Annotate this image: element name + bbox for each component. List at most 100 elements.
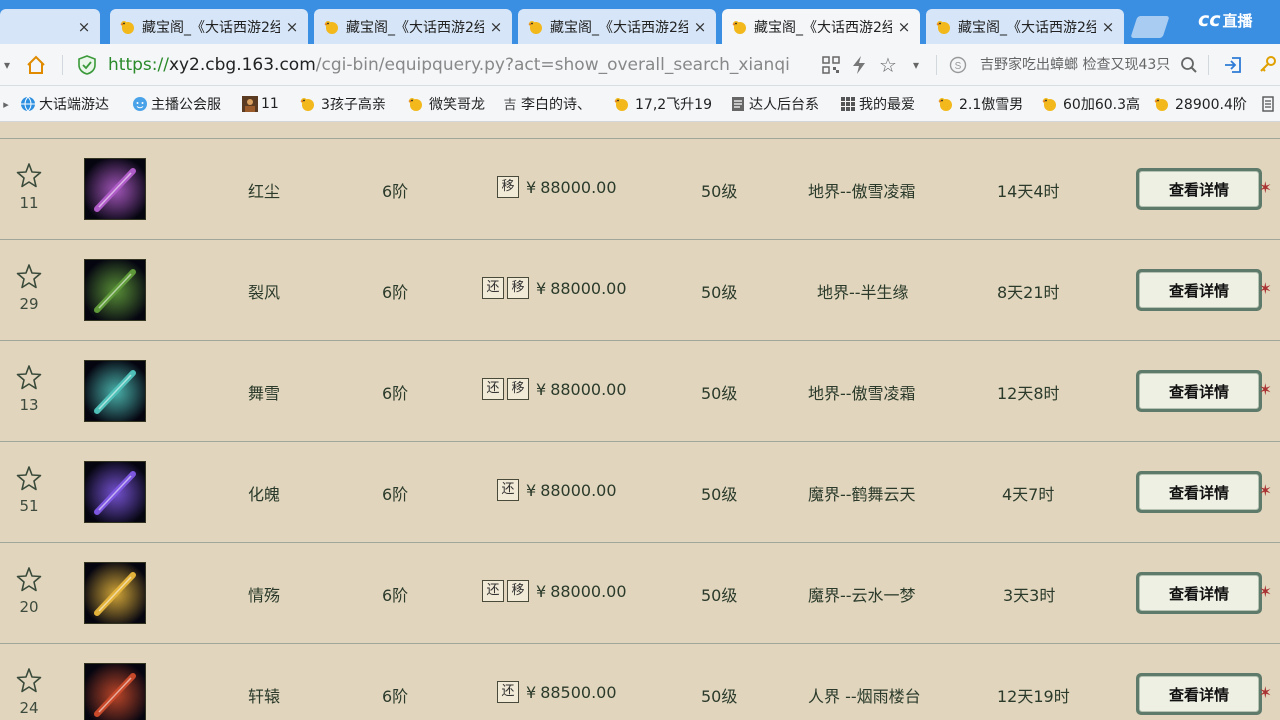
bookmark-item[interactable]: 吉李白的诗、 [502,86,591,122]
favorite-star-icon[interactable] [15,666,43,694]
item-price: 88000.00 [550,581,627,601]
listing-row: 24 轩辕 6阶 还 ¥88500.00 50级 人界 --烟雨楼台 12天19时 查看详情 ✶ [0,643,1280,720]
dropdown-arrow-icon[interactable]: ▾ [906,44,926,86]
view-details-button[interactable]: 查看详情 ✶ [1136,269,1272,311]
url-input[interactable]: https://xy2.cbg.163.com/cgi-bin/equipque… [108,44,790,86]
login-icon[interactable] [1220,44,1246,86]
listing-row: 51 化魄 6阶 还 ¥88000.00 50级 魔界--鹤舞云天 4天7时 查看详情 ✶ [0,441,1280,542]
bookmark-item[interactable]: 微笑哥龙 [406,86,485,122]
time-left: 14天4时 [997,182,1060,201]
bookmark-item[interactable]: 17,2飞升19 [612,86,712,122]
bookmark-item[interactable]: 60加60.3高 [1040,86,1140,122]
key-icon[interactable] [1256,44,1280,86]
bookmark-item[interactable]: 主播公会服 [132,86,221,122]
time-left: 3天3时 [1003,586,1056,605]
item-thumbnail[interactable] [84,259,146,321]
browser-tab[interactable]: 藏宝阁_《大话西游2经 × [110,9,308,44]
item-name[interactable]: 轩辕 [248,683,280,707]
time-left: 8天21时 [997,283,1060,302]
search-suggestion[interactable]: 吉野家吃出蟑螂 检查又现43只 [980,44,1170,86]
home-icon[interactable] [22,44,50,86]
item-thumbnail[interactable] [84,158,146,220]
tab-close-icon[interactable]: × [896,18,912,36]
search-icon[interactable] [1178,44,1200,86]
view-details-button[interactable]: 查看详情 ✶ [1136,572,1272,614]
tab-close-icon[interactable]: × [1100,18,1116,36]
listing-row: 20 情殇 6阶 还移 ¥88000.00 50级 魔界--云水一梦 3天3时 查看详情 ✶ [0,542,1280,643]
item-level: 50级 [701,283,738,302]
currency-symbol: ¥ [536,379,547,399]
tab-close-icon[interactable]: × [488,18,504,36]
bookmark-label: 60加60.3高 [1063,97,1140,113]
price-cell: 还 ¥88500.00 [497,681,617,703]
item-server: 人界 --烟雨楼台 [808,687,921,706]
view-details-button[interactable]: 查看详情 ✶ [1136,168,1272,210]
bookmark-item[interactable]: 大话端游达 [20,86,109,122]
browser-tab[interactable]: 藏宝阁_《大话西游2经 × [926,9,1124,44]
view-details-label: 查看详情 [1139,373,1259,409]
browser-tab[interactable]: 藏宝阁_《大话西游2经 × [314,9,512,44]
price-cell: 还移 ¥88000.00 [482,277,627,299]
bookmark-item[interactable]: 3孩子高亲 [298,86,386,122]
item-thumbnail[interactable] [84,461,146,523]
view-details-label: 查看详情 [1139,474,1259,510]
browser-tab[interactable]: 藏宝阁_《大话西游2经 × [518,9,716,44]
item-thumbnail[interactable] [84,663,146,720]
price-cell: 还移 ¥88000.00 [482,378,627,400]
item-name[interactable]: 裂风 [248,279,280,303]
favorite-star-icon[interactable] [15,363,43,391]
item-name[interactable]: 化魄 [248,481,280,505]
bookmark-item[interactable]: 11 [242,86,279,122]
item-name[interactable]: 舞雪 [248,380,280,404]
returnable-badge: 还 [482,277,504,299]
glyph-icon: 吉 [502,96,518,113]
time-left: 12天19时 [997,687,1070,706]
item-level: 50级 [701,586,738,605]
item-tier: 6阶 [382,384,409,403]
view-details-button[interactable]: 查看详情 ✶ [1136,471,1272,513]
tab-close-icon[interactable]: × [284,18,300,36]
view-details-button[interactable]: 查看详情 ✶ [1136,673,1272,715]
bookmark-star-icon[interactable]: ☆ [876,44,900,86]
cc-logo-mark: cc [1198,9,1221,31]
listing-row: 13 舞雪 6阶 还移 ¥88000.00 50级 地界--傲雪凌霜 12天8时 查看详情 ✶ [0,340,1280,441]
returnable-badge: 还 [482,378,504,400]
lightning-icon[interactable] [848,44,870,86]
view-details-button[interactable]: 查看详情 ✶ [1136,370,1272,412]
qr-code-icon[interactable] [820,44,842,86]
bookmark-item[interactable]: 28900.4阶 [1152,86,1247,122]
favorite-star-icon[interactable] [15,464,43,492]
bookmark-label: 微笑哥龙 [429,97,485,113]
item-thumbnail[interactable] [84,360,146,422]
bookmark-item[interactable]: 达人后台系 [730,86,819,122]
bookmark-label: 我的最爱 [859,97,915,113]
currency-symbol: ¥ [536,581,547,601]
browser-tab[interactable]: × [0,9,100,44]
transferable-badge: 移 [507,378,529,400]
currency-symbol: ¥ [526,480,537,500]
favorite-star-icon[interactable] [15,161,43,189]
transferable-badge: 移 [497,176,519,198]
address-bar: ▾ https://xy2.cbg.163.com/cgi-bin/equipq… [0,44,1280,86]
more-bookmarks-icon[interactable] [1258,86,1278,122]
item-tier: 6阶 [382,283,409,302]
favorite-star-icon[interactable] [15,565,43,593]
bookmark-label: 李白的诗、 [521,97,591,113]
item-price: 88500.00 [540,682,617,702]
menu-arrow-icon[interactable]: ▾ [0,44,14,86]
browser-tab[interactable]: 藏宝阁_《大话西游2经 × [722,9,920,44]
favorite-star-icon[interactable] [15,262,43,290]
tab-close-icon[interactable]: × [76,18,92,36]
search-engine-icon[interactable]: S [946,44,970,86]
bookmark-item[interactable]: 我的最爱 [840,86,915,122]
item-name[interactable]: 红尘 [248,178,280,202]
bookmark-item[interactable]: 2.1傲雪男 [936,86,1023,122]
item-name[interactable]: 情殇 [248,582,280,606]
bookmarks-arrow-icon[interactable]: ▸ [0,86,12,122]
item-thumbnail[interactable] [84,562,146,624]
cc-logo-text: 直播 [1222,11,1253,30]
tab-title: 藏宝阁_《大话西游2经 [958,19,1096,36]
tab-close-icon[interactable]: × [692,18,708,36]
secure-shield-icon[interactable] [74,44,100,86]
new-tab-button[interactable] [1130,16,1170,38]
